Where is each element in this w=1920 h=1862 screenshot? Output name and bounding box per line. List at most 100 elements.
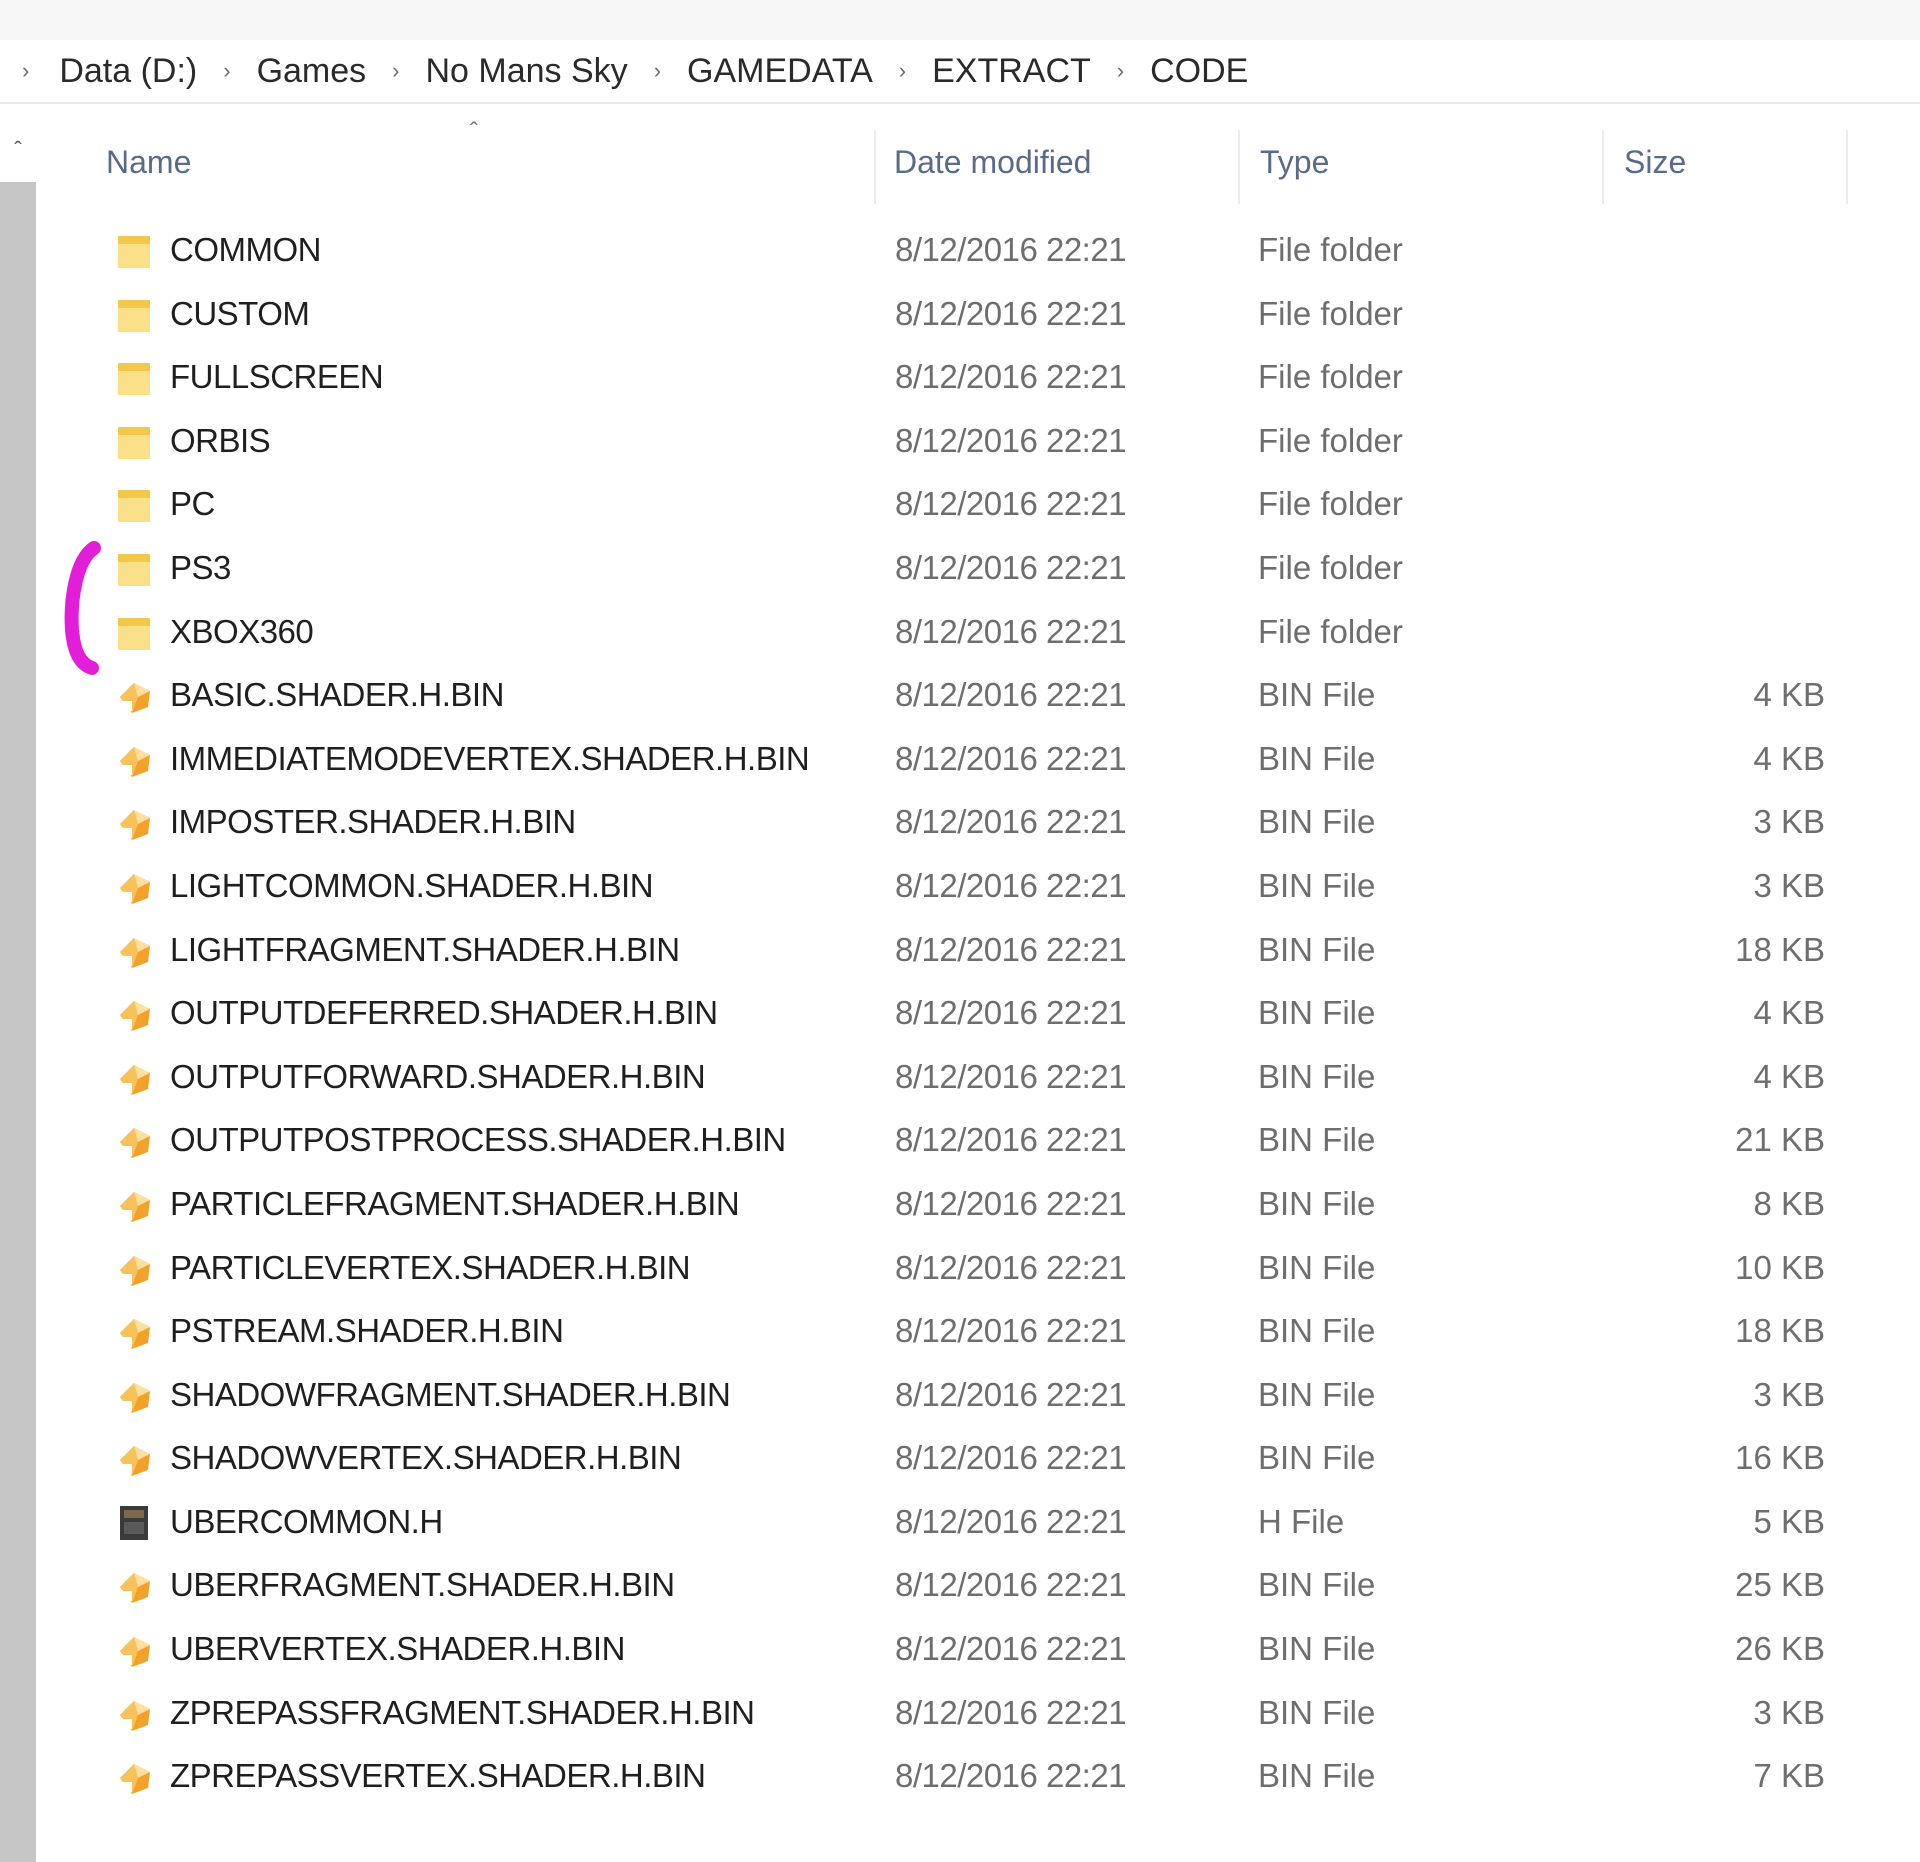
file-row[interactable]: CUSTOM 8/12/2016 22:21 File folder <box>0 282 1920 346</box>
file-name: ZPREPASSFRAGMENT.SHADER.H.BIN <box>170 1693 755 1731</box>
file-size: 4 KB <box>1753 994 1825 1032</box>
file-date-modified: 8/12/2016 22:21 <box>895 1630 1127 1668</box>
file-size: 4 KB <box>1753 676 1825 714</box>
file-name: COMMON <box>170 231 321 268</box>
file-name: IMMEDIATEMODEVERTEX.SHADER.H.BIN <box>170 739 810 777</box>
breadcrumb[interactable]: › Data (D:) › Games › No Mans Sky › GAME… <box>0 40 1920 104</box>
file-row[interactable]: PS3 8/12/2016 22:21 File folder <box>0 536 1920 600</box>
file-row[interactable]: UBERVERTEX.SHADER.H.BIN 8/12/2016 22:21 BI… <box>0 1617 1920 1681</box>
file-row[interactable]: FULLSCREEN 8/12/2016 22:21 File folder <box>0 345 1920 409</box>
chevron-right-icon[interactable]: › <box>392 60 399 82</box>
breadcrumb-item-gamedata[interactable]: GAMEDATA <box>687 52 873 91</box>
file-type: BIN File <box>1258 739 1376 777</box>
file-type: BIN File <box>1258 866 1376 904</box>
file-date-modified: 8/12/2016 22:21 <box>895 739 1127 777</box>
file-type: BIN File <box>1258 1566 1376 1604</box>
column-divider[interactable] <box>1602 130 1604 204</box>
column-divider[interactable] <box>874 130 876 204</box>
file-row[interactable]: LIGHTCOMMON.SHADER.H.BIN 8/12/2016 22:21 B… <box>0 854 1920 918</box>
file-row[interactable]: OUTPUTFORWARD.SHADER.H.BIN 8/12/2016 22:2… <box>0 1045 1920 1109</box>
file-row[interactable]: ZPREPASSVERTEX.SHADER.H.BIN 8/12/2016 22:… <box>0 1744 1920 1808</box>
chevron-right-icon[interactable]: › <box>223 60 230 82</box>
file-row[interactable]: OUTPUTDEFERRED.SHADER.H.BIN 8/12/2016 22:… <box>0 981 1920 1045</box>
column-divider[interactable] <box>1238 130 1240 204</box>
file-row[interactable]: XBOX360 8/12/2016 22:21 File folder <box>0 600 1920 664</box>
scroll-up-arrow-icon[interactable]: ˆ <box>6 138 30 162</box>
h-file-icon <box>114 1502 154 1544</box>
file-type: BIN File <box>1258 1248 1376 1286</box>
breadcrumb-expand-icon[interactable]: › <box>22 60 29 82</box>
file-size: 21 KB <box>1735 1121 1825 1159</box>
chevron-right-icon[interactable]: › <box>1117 60 1124 82</box>
file-name: XBOX360 <box>170 612 314 650</box>
bin-file-icon <box>114 739 154 781</box>
file-date-modified: 8/12/2016 22:21 <box>895 485 1127 523</box>
file-type: BIN File <box>1258 1439 1376 1477</box>
file-row[interactable]: ZPREPASSFRAGMENT.SHADER.H.BIN 8/12/2016 2… <box>0 1681 1920 1745</box>
bin-file-icon <box>114 1184 154 1226</box>
file-row[interactable]: PARTICLEVERTEX.SHADER.H.BIN 8/12/2016 22:… <box>0 1236 1920 1300</box>
bin-file-icon <box>114 1438 154 1480</box>
file-name: PS3 <box>170 548 231 586</box>
file-row[interactable]: UBERFRAGMENT.SHADER.H.BIN 8/12/2016 22:21… <box>0 1553 1920 1617</box>
breadcrumb-item-games[interactable]: Games <box>257 52 367 91</box>
file-row[interactable]: LIGHTFRAGMENT.SHADER.H.BIN 8/12/2016 22:2… <box>0 918 1920 982</box>
column-header-name[interactable]: Name <box>106 144 191 181</box>
folder-icon <box>114 294 154 336</box>
file-date-modified: 8/12/2016 22:21 <box>895 1184 1127 1222</box>
file-name: OUTPUTPOSTPROCESS.SHADER.H.BIN <box>170 1121 786 1159</box>
bin-file-icon <box>114 1057 154 1099</box>
file-date-modified: 8/12/2016 22:21 <box>895 231 1127 268</box>
column-header-date-modified[interactable]: Date modified <box>894 144 1091 181</box>
file-type: File folder <box>1258 421 1403 459</box>
breadcrumb-item-extract[interactable]: EXTRACT <box>932 52 1091 91</box>
file-row[interactable]: OUTPUTPOSTPROCESS.SHADER.H.BIN 8/12/2016 … <box>0 1108 1920 1172</box>
file-row[interactable]: IMPOSTER.SHADER.H.BIN 8/12/2016 22:21 BIN … <box>0 790 1920 854</box>
file-row[interactable]: COMMON 8/12/2016 22:21 File folder <box>0 218 1920 282</box>
bin-file-icon <box>114 930 154 972</box>
file-date-modified: 8/12/2016 22:21 <box>895 803 1127 841</box>
column-header-type[interactable]: Type <box>1260 144 1329 181</box>
chevron-right-icon[interactable]: › <box>899 60 906 82</box>
file-name: FULLSCREEN <box>170 358 384 396</box>
file-type: File folder <box>1258 612 1403 650</box>
annotation-mark <box>64 541 101 675</box>
file-date-modified: 8/12/2016 22:21 <box>895 1248 1127 1286</box>
file-row[interactable]: BASIC.SHADER.H.BIN 8/12/2016 22:21 BIN Fil… <box>0 663 1920 727</box>
file-row[interactable]: SHADOWFRAGMENT.SHADER.H.BIN 8/12/2016 22:… <box>0 1363 1920 1427</box>
file-name: ZPREPASSVERTEX.SHADER.H.BIN <box>170 1757 706 1795</box>
file-name: CUSTOM <box>170 294 310 332</box>
breadcrumb-item-no-mans-sky[interactable]: No Mans Sky <box>426 52 628 91</box>
file-row[interactable]: ORBIS 8/12/2016 22:21 File folder <box>0 409 1920 473</box>
file-row[interactable]: PARTICLEFRAGMENT.SHADER.H.BIN 8/12/2016 2… <box>0 1172 1920 1236</box>
folder-icon <box>114 230 154 272</box>
breadcrumb-item-drive[interactable]: Data (D:) <box>59 52 197 91</box>
bin-file-icon <box>114 802 154 844</box>
file-date-modified: 8/12/2016 22:21 <box>895 1057 1127 1095</box>
file-name: BASIC.SHADER.H.BIN <box>170 676 504 714</box>
file-row[interactable]: IMMEDIATEMODEVERTEX.SHADER.H.BIN 8/12/201… <box>0 727 1920 791</box>
chevron-right-icon[interactable]: › <box>654 60 661 82</box>
file-row[interactable]: SHADOWVERTEX.SHADER.H.BIN 8/12/2016 22:21… <box>0 1426 1920 1490</box>
file-size: 3 KB <box>1753 803 1825 841</box>
file-date-modified: 8/12/2016 22:21 <box>895 1566 1127 1604</box>
file-date-modified: 8/12/2016 22:21 <box>895 1121 1127 1159</box>
file-name: PARTICLEVERTEX.SHADER.H.BIN <box>170 1248 691 1286</box>
file-name: IMPOSTER.SHADER.H.BIN <box>170 803 576 841</box>
file-row[interactable]: PSTREAM.SHADER.H.BIN 8/12/2016 22:21 BIN F… <box>0 1299 1920 1363</box>
file-row[interactable]: UBERCOMMON.H 8/12/2016 22:21 H File 5 KB <box>0 1490 1920 1554</box>
file-date-modified: 8/12/2016 22:21 <box>895 1502 1127 1540</box>
column-header-size[interactable]: Size <box>1624 144 1686 181</box>
file-size: 25 KB <box>1735 1566 1825 1604</box>
file-type: File folder <box>1258 294 1403 332</box>
column-divider[interactable] <box>1846 130 1848 204</box>
bin-file-icon <box>114 1375 154 1417</box>
file-row[interactable]: PC 8/12/2016 22:21 File folder <box>0 472 1920 536</box>
file-type: H File <box>1258 1502 1345 1540</box>
breadcrumb-item-code[interactable]: CODE <box>1150 52 1248 91</box>
file-name: UBERVERTEX.SHADER.H.BIN <box>170 1630 625 1668</box>
file-date-modified: 8/12/2016 22:21 <box>895 930 1127 968</box>
file-size: 3 KB <box>1753 866 1825 904</box>
file-type: BIN File <box>1258 676 1376 714</box>
file-date-modified: 8/12/2016 22:21 <box>895 866 1127 904</box>
